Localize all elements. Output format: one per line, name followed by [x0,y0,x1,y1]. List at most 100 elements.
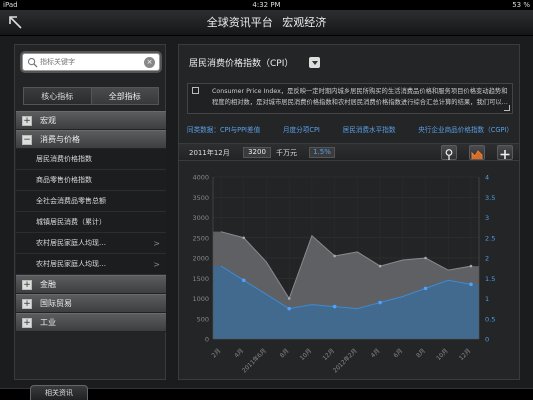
left-axis-tick-label: 1500 [192,275,209,283]
data-point [287,297,291,300]
data-point [424,256,427,260]
tree-leaf-label: 城镇居民消费（累计） [36,218,106,226]
percent-readout: 1.5% [309,147,335,158]
tree-group[interactable]: − 消费与价格 [16,130,166,149]
indicator-tabs: 核心指标 全部指标 [23,87,159,105]
x-axis-tick-label: 10月 [299,347,314,362]
data-point [423,286,428,291]
data-point [287,306,291,311]
search-box[interactable]: × [22,53,160,71]
data-point [378,264,382,268]
tree-group-label: 国际贸易 [40,299,72,308]
chevron-right-icon: > [153,260,160,269]
related-link-monthly-cpi[interactable]: 月度分项CPI [283,124,320,138]
cpi-chart: 0 500 1000 1500 2000 2500 3000 3500 4000 0 0.5 1 1.5… [192,174,495,375]
right-axis-tick-label: 3 [485,214,489,222]
collapse-icon[interactable]: − [22,135,32,145]
data-point [469,264,473,268]
indicator-sidebar: × 核心指标 全部指标 + 宏观 −消费与价格居民消费价格指数商品零售价格指数全社会… [14,44,166,380]
indicator-description: Consumer Price Index，是反映一定时期内城乡居民所购买的生活消… [212,88,508,106]
x-axis-tick-label: 6月 [392,347,404,359]
description-box: Consumer Price Index，是反映一定时期内城乡居民所购买的生活消… [187,83,513,114]
tree-leaf-item[interactable]: 商品零售价格指数 [16,170,166,191]
tree-group[interactable]: + 国际贸易 [16,294,166,313]
data-point [332,304,337,309]
tree-group-label: 宏观 [40,116,56,125]
x-axis-tick-label: 12月 [458,347,473,362]
x-axis-tick-label: 2011年6月 [240,347,268,375]
left-axis-tick-label: 2000 [192,255,209,263]
status-bar: iPad 4:32 PM 53 % [0,0,533,10]
chart-type-button[interactable] [469,145,485,160]
tree-group[interactable]: + 工业 [16,313,166,332]
related-news-tab[interactable]: 相关资讯 [30,385,88,400]
add-button[interactable] [497,145,513,160]
chart-toolbar: 2011年12月 3200 千万元 1.5% [179,143,519,161]
related-link-consumption-level[interactable]: 居民消费水平指数 [343,124,396,138]
tree-leaf-item[interactable]: 农村居民家庭人均现… > [16,233,166,254]
tree-group[interactable]: + 金融 [16,275,166,294]
tree-leaf-label: 全社会消费品零售总额 [36,197,106,205]
x-axis-tick-label: 2012年2月 [331,347,359,375]
left-axis-tick-label: 3000 [192,214,209,222]
indicator-dropdown-icon[interactable] [309,57,320,68]
left-axis-tick-label: 3500 [192,194,209,202]
related-link-cpi-ppi[interactable]: 同类数据：CPI与PPI差值 [187,124,260,138]
bottom-bar: 相关资讯 [0,385,533,400]
battery-level: 53 % [512,1,530,9]
tree-group-label: 工业 [40,318,56,327]
left-axis-tick-label: 4000 [192,174,209,182]
location-pin-icon [445,149,453,160]
tree-leaf-item[interactable]: 全社会消费品零售总额 [16,191,166,212]
expand-icon[interactable]: + [22,280,32,290]
description-checkbox[interactable] [192,87,199,94]
tree-leaf-label: 农村居民家庭人均现… [36,239,106,247]
tree-leaf-label: 商品零售价格指数 [36,176,92,184]
data-point [378,300,382,305]
expand-corner-icon[interactable] [504,105,510,111]
indicator-title: 居民消费价格指数（CPI） [189,59,294,69]
indicator-tree: + 宏观 − 消费与价格 居民消费价格指数 商品零售价格指数 全社会消费品零售总额 城镇居民消… [16,111,166,332]
tree-group-label: 消费与价格 [40,135,80,144]
left-axis-tick-label: 2500 [192,234,209,242]
tree-leaf-label: 农村居民家庭人均现… [36,260,106,268]
plus-icon [500,150,510,159]
left-axis-tick-label: 1000 [192,295,209,303]
tree-leaf-item[interactable]: 城镇居民消费（累计） [16,212,166,233]
indicator-detail-panel: 居民消费价格指数（CPI） Consumer Price Index，是反映一定… [178,44,520,380]
period-label: 2011年12月 [189,149,230,157]
pin-button[interactable] [441,145,457,160]
x-axis-tick-label: 8月 [279,347,291,359]
expand-icon[interactable]: + [22,299,32,309]
value-readout: 3200 [243,147,271,158]
search-input[interactable] [40,55,140,69]
tree-group[interactable]: + 宏观 [16,111,166,130]
tree-leaf-item[interactable]: 居民消费价格指数 [16,149,166,170]
x-axis-tick-label: 12月 [321,347,336,362]
page-title: 全球资讯平台 宏观经济 [0,10,533,36]
clear-search-icon[interactable]: × [144,57,155,68]
x-axis-tick-label: 4月 [370,347,382,359]
tree-group-label: 金融 [40,280,56,289]
left-axis-tick-label: 0 [205,336,209,344]
expand-icon[interactable]: + [22,318,32,328]
tree-leaf-item[interactable]: 农村居民家庭人均现… > [16,254,166,275]
title-bar: 全球资讯平台 宏观经济 [0,10,533,36]
x-axis-tick-label: 8月 [415,347,427,359]
right-axis-tick-label: 1.5 [485,275,495,283]
right-axis-tick-label: 2.5 [485,234,495,242]
right-axis-tick-label: 1 [485,295,489,303]
related-link-cgpi[interactable]: 央行企业商品价格指数（CGPI） [418,124,513,138]
right-axis-tick-label: 0 [485,336,489,344]
clock: 4:32 PM [252,1,281,9]
data-point [469,282,473,287]
right-axis-tick-label: 4 [485,174,489,182]
chart-type-icon [471,150,483,159]
tab-all-indicators[interactable]: 全部指标 [91,87,159,105]
expand-icon[interactable]: + [22,116,32,126]
tab-core-indicators[interactable]: 核心指标 [23,87,92,105]
right-axis-tick-label: 3.5 [485,194,495,202]
chevron-right-icon: > [153,239,160,248]
app-title: 全球资讯平台 [206,16,273,29]
related-links: 同类数据：CPI与PPI差值 月度分项CPI 居民消费水平指数 央行企业商品价格… [187,124,513,138]
